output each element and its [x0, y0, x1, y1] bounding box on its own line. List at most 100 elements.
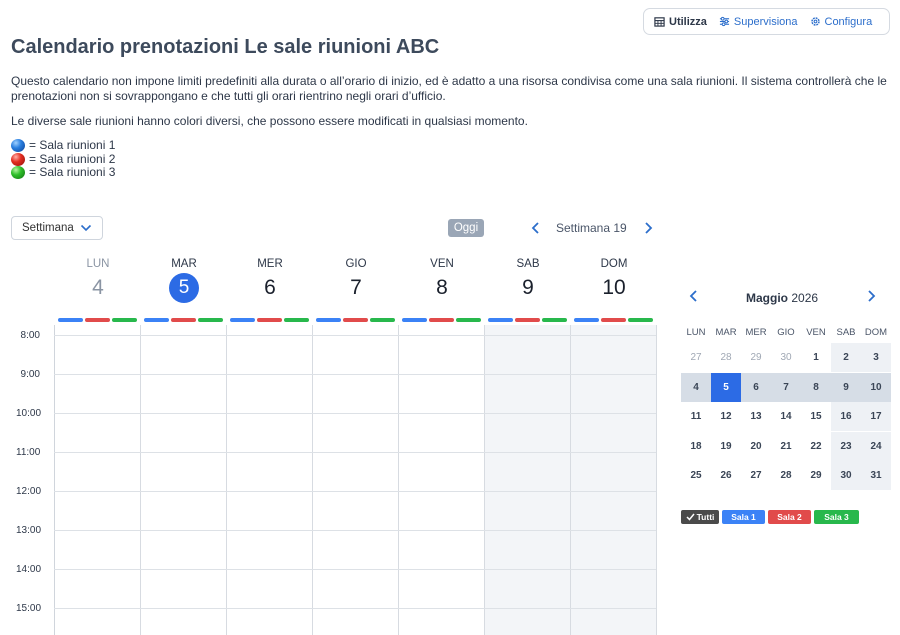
hour-label: 11:00	[16, 447, 41, 458]
mini-calendar-day[interactable]: 21	[771, 432, 801, 461]
mini-calendar-day[interactable]: 29	[741, 343, 771, 372]
mini-calendar-day[interactable]: 2	[831, 343, 861, 372]
legend-item-room-1: = Sala riunioni 1	[11, 138, 115, 153]
mini-calendar-day[interactable]: 5	[711, 372, 741, 402]
mini-calendar-day[interactable]: 23	[831, 431, 861, 461]
mini-calendar-day[interactable]: 13	[741, 402, 771, 431]
mini-prev-month-button[interactable]	[689, 289, 698, 307]
day-column-thu[interactable]	[313, 325, 399, 635]
mini-calendar-day[interactable]: 8	[801, 372, 831, 402]
mini-calendar-day[interactable]: 29	[801, 461, 831, 490]
red-ball-icon	[11, 152, 25, 166]
mini-weekday-header: LUN	[686, 327, 706, 338]
day-column-wed[interactable]	[227, 325, 313, 635]
mini-calendar-day[interactable]: 14	[771, 402, 801, 431]
mini-calendar-day[interactable]: 27	[681, 343, 711, 372]
mini-calendar-day[interactable]: 1	[801, 343, 831, 372]
day-column-sat[interactable]	[485, 325, 571, 635]
day-number: 8	[436, 276, 448, 299]
legend-item-room-3: = Sala riunioni 3	[11, 165, 115, 180]
prev-week-button[interactable]	[529, 220, 541, 236]
room-1-bar	[316, 318, 341, 322]
day-header-sat[interactable]: SAB 9	[485, 258, 571, 302]
day-header-tue[interactable]: MAR 5	[141, 258, 227, 303]
mini-calendar-day[interactable]: 26	[711, 461, 741, 490]
day-column-tue[interactable]	[141, 325, 227, 635]
week-label: Settimana 19	[556, 221, 627, 235]
mini-calendar-day[interactable]: 6	[741, 372, 771, 402]
configure-tab[interactable]: Configura	[810, 16, 872, 28]
filter-all-label: Tutti	[696, 512, 715, 522]
chevron-down-icon	[80, 224, 92, 232]
filter-room-2-button[interactable]: Sala 2	[768, 510, 811, 524]
mini-weekday-header: GIO	[777, 327, 795, 338]
day-header-wed[interactable]: MER 6	[227, 258, 313, 302]
day-name: VEN	[430, 258, 454, 270]
view-select-value: Settimana	[22, 222, 74, 234]
mini-calendar-day[interactable]: 16	[831, 402, 861, 431]
mini-calendar-day[interactable]: 18	[681, 432, 711, 461]
mini-month: Maggio	[746, 291, 788, 305]
day-header-sun[interactable]: DOM 10	[571, 258, 657, 302]
mini-weekday-header: MAR	[715, 327, 737, 338]
colors-paragraph: Le diverse sale riunioni hanno colori di…	[11, 114, 528, 128]
hour-label: 9:00	[20, 369, 40, 380]
mini-calendar-day[interactable]: 12	[711, 402, 741, 431]
day-name: DOM	[600, 258, 628, 270]
day-number: 10	[602, 276, 626, 299]
room-bars	[488, 318, 567, 322]
room-2-bar	[429, 318, 454, 322]
mini-calendar-day[interactable]: 7	[771, 372, 801, 402]
use-tab[interactable]: Utilizza	[654, 16, 707, 28]
filter-room-3-button[interactable]: Sala 3	[814, 510, 859, 524]
mini-calendar-day[interactable]: 30	[831, 461, 861, 490]
room-3-bar	[456, 318, 481, 322]
mini-calendar-day[interactable]: 31	[861, 461, 891, 490]
day-column-fri[interactable]	[399, 325, 485, 635]
hour-line	[54, 491, 656, 492]
day-header-thu[interactable]: GIO 7	[313, 258, 399, 302]
today-day-number: 5	[169, 273, 199, 303]
mini-calendar-day[interactable]: 20	[741, 432, 771, 461]
hour-line	[54, 413, 656, 414]
week-time-grid[interactable]	[54, 325, 657, 635]
mini-calendar-day[interactable]: 30	[771, 343, 801, 372]
room-bars	[144, 318, 223, 322]
description-paragraph: Questo calendario non impone limiti pred…	[11, 74, 887, 103]
mini-calendar-day[interactable]: 19	[711, 432, 741, 461]
mini-calendar-day[interactable]: 15	[801, 402, 831, 431]
mini-calendar-day[interactable]: 3	[861, 343, 891, 372]
day-column-mon[interactable]	[55, 325, 141, 635]
supervise-tab[interactable]: Supervisiona	[719, 16, 798, 28]
day-name: MAR	[171, 258, 197, 270]
mini-calendar-day[interactable]: 22	[801, 432, 831, 461]
mini-weekday-header: SAB	[836, 327, 856, 338]
supervise-tab-label: Supervisiona	[733, 15, 798, 28]
today-button[interactable]: Oggi	[448, 219, 484, 237]
page-title: Calendario prenotazioni Le sale riunioni…	[11, 36, 440, 58]
mini-calendar-day[interactable]: 17	[861, 402, 891, 431]
mini-calendar-day[interactable]: 28	[711, 343, 741, 372]
mini-calendar-day[interactable]: 28	[771, 461, 801, 490]
mini-calendar-day[interactable]: 27	[741, 461, 771, 490]
room-1-bar	[58, 318, 83, 322]
mini-calendar-day[interactable]: 11	[681, 402, 711, 431]
filter-all-button[interactable]: Tutti	[681, 510, 719, 524]
day-column-sun[interactable]	[571, 325, 657, 635]
room-filters: Tutti Sala 1 Sala 2 Sala 3	[681, 510, 859, 524]
mini-calendar-day[interactable]: 9	[831, 372, 861, 402]
mini-calendar-day[interactable]: 24	[861, 431, 891, 461]
mini-weekday-header: DOM	[864, 327, 888, 338]
mini-calendar-day[interactable]: 10	[861, 372, 891, 402]
filter-room-1-button[interactable]: Sala 1	[722, 510, 765, 524]
mini-next-month-button[interactable]	[867, 289, 876, 307]
mini-calendar-day[interactable]: 25	[681, 461, 711, 490]
next-week-button[interactable]	[642, 220, 654, 236]
mini-calendar-title: Maggio 2026	[746, 291, 818, 305]
day-header-fri[interactable]: VEN 8	[399, 258, 485, 302]
view-select[interactable]: Settimana	[11, 216, 103, 240]
day-header-mon[interactable]: LUN 4	[55, 258, 141, 302]
mini-calendar-day[interactable]: 4	[681, 372, 711, 402]
room-bars	[574, 318, 653, 322]
blue-ball-icon	[11, 139, 25, 153]
